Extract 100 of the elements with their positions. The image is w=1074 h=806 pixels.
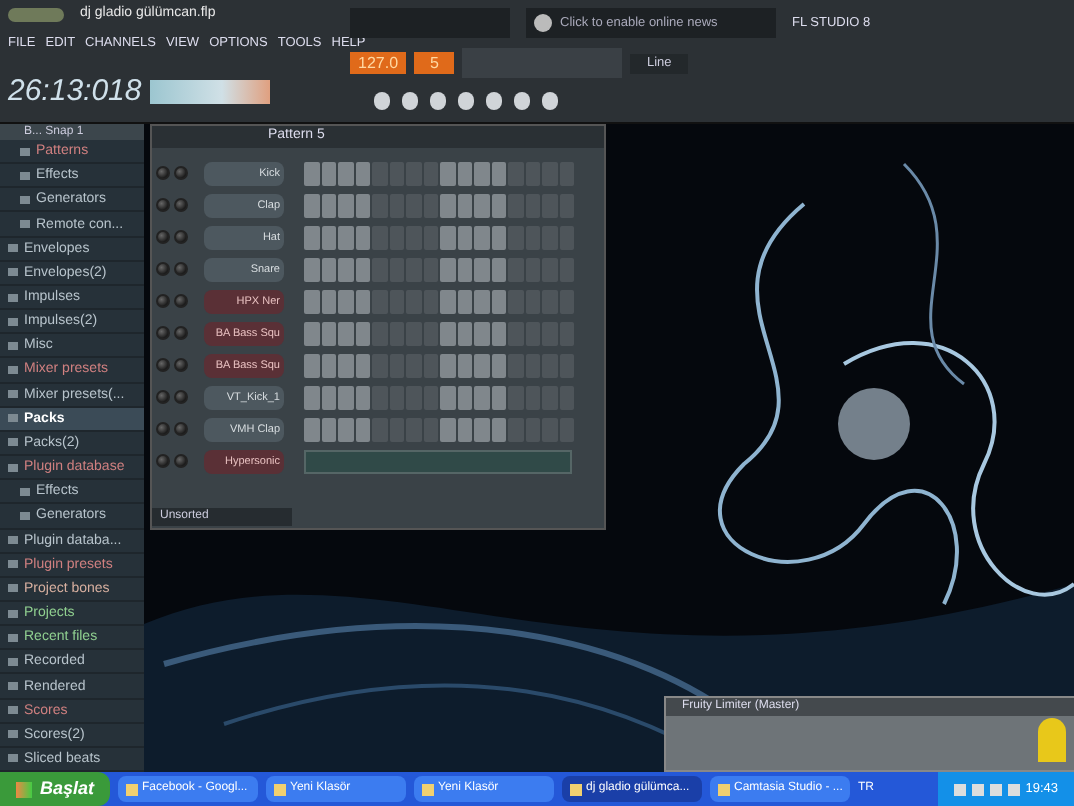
step-pad[interactable]	[372, 289, 387, 313]
step-pad[interactable]	[423, 353, 438, 377]
step-pad[interactable]	[440, 417, 455, 441]
step-pad[interactable]	[372, 225, 387, 249]
step-pad[interactable]	[372, 193, 387, 217]
step-pad[interactable]	[321, 225, 336, 249]
step-pad[interactable]	[508, 193, 523, 217]
step-pad[interactable]	[474, 193, 489, 217]
step-pad[interactable]	[491, 225, 506, 249]
step-pad[interactable]	[508, 289, 523, 313]
step-pad[interactable]	[304, 161, 319, 185]
step-pad[interactable]	[372, 161, 387, 185]
step-pad[interactable]	[508, 225, 523, 249]
piano-roll-preview[interactable]	[304, 449, 572, 473]
step-pad[interactable]	[508, 321, 523, 345]
step-pad[interactable]	[508, 353, 523, 377]
step-pad[interactable]	[423, 257, 438, 281]
step-pad[interactable]	[355, 225, 370, 249]
step-pad[interactable]	[304, 321, 319, 345]
step-pad[interactable]	[355, 385, 370, 409]
step-pad[interactable]	[457, 289, 472, 313]
step-pad[interactable]	[423, 289, 438, 313]
step-pad[interactable]	[474, 161, 489, 185]
step-pad[interactable]	[491, 257, 506, 281]
step-pad[interactable]	[423, 161, 438, 185]
step-pad[interactable]	[440, 257, 455, 281]
step-pad[interactable]	[440, 225, 455, 249]
step-pad[interactable]	[304, 353, 319, 377]
step-pad[interactable]	[338, 257, 353, 281]
step-pad[interactable]	[491, 289, 506, 313]
step-pad[interactable]	[457, 417, 472, 441]
step-pad[interactable]	[355, 289, 370, 313]
step-pad[interactable]	[423, 321, 438, 345]
step-pad[interactable]	[372, 321, 387, 345]
step-pad[interactable]	[338, 225, 353, 249]
step-pad[interactable]	[321, 289, 336, 313]
step-pad[interactable]	[474, 289, 489, 313]
step-pad[interactable]	[372, 353, 387, 377]
step-pad[interactable]	[338, 161, 353, 185]
step-pad[interactable]	[372, 385, 387, 409]
step-pad[interactable]	[338, 321, 353, 345]
step-pad[interactable]	[355, 321, 370, 345]
step-pad[interactable]	[457, 225, 472, 249]
step-pad[interactable]	[304, 225, 319, 249]
step-pad[interactable]	[355, 353, 370, 377]
step-pad[interactable]	[304, 193, 319, 217]
step-pad[interactable]	[304, 257, 319, 281]
step-pad[interactable]	[474, 225, 489, 249]
step-pad[interactable]	[423, 385, 438, 409]
step-pad[interactable]	[321, 417, 336, 441]
step-pad[interactable]	[440, 161, 455, 185]
step-pad[interactable]	[355, 161, 370, 185]
step-pad[interactable]	[338, 353, 353, 377]
step-pad[interactable]	[304, 417, 319, 441]
step-pad[interactable]	[338, 417, 353, 441]
step-pad[interactable]	[321, 193, 336, 217]
step-pad[interactable]	[491, 353, 506, 377]
step-pad[interactable]	[355, 257, 370, 281]
step-pad[interactable]	[457, 353, 472, 377]
step-pad[interactable]	[321, 385, 336, 409]
step-pad[interactable]	[491, 161, 506, 185]
step-pad[interactable]	[338, 193, 353, 217]
step-pad[interactable]	[372, 257, 387, 281]
step-pad[interactable]	[304, 385, 319, 409]
step-pad[interactable]	[457, 193, 472, 217]
step-pad[interactable]	[457, 161, 472, 185]
step-pad[interactable]	[321, 161, 336, 185]
step-pad[interactable]	[508, 385, 523, 409]
step-pad[interactable]	[338, 385, 353, 409]
step-pad[interactable]	[423, 193, 438, 217]
step-pad[interactable]	[457, 321, 472, 345]
step-pad[interactable]	[491, 193, 506, 217]
step-pad[interactable]	[508, 417, 523, 441]
step-pad[interactable]	[474, 417, 489, 441]
step-pad[interactable]	[457, 257, 472, 281]
step-pad[interactable]	[457, 385, 472, 409]
step-pad[interactable]	[355, 193, 370, 217]
step-pad[interactable]	[440, 193, 455, 217]
step-pad[interactable]	[338, 289, 353, 313]
step-pad[interactable]	[440, 321, 455, 345]
step-pad[interactable]	[423, 417, 438, 441]
step-pad[interactable]	[474, 353, 489, 377]
step-pad[interactable]	[491, 385, 506, 409]
step-pad[interactable]	[491, 417, 506, 441]
step-pad[interactable]	[440, 353, 455, 377]
step-pad[interactable]	[304, 289, 319, 313]
step-pad[interactable]	[321, 353, 336, 377]
step-pad[interactable]	[474, 321, 489, 345]
step-pad[interactable]	[508, 257, 523, 281]
step-pad[interactable]	[321, 321, 336, 345]
start-button[interactable]: Başlat	[0, 772, 111, 806]
step-pad[interactable]	[321, 257, 336, 281]
step-pad[interactable]	[355, 417, 370, 441]
step-pad[interactable]	[423, 225, 438, 249]
step-pad[interactable]	[474, 385, 489, 409]
step-pad[interactable]	[372, 417, 387, 441]
step-pad[interactable]	[440, 289, 455, 313]
step-pad[interactable]	[440, 385, 455, 409]
step-pad[interactable]	[508, 161, 523, 185]
step-pad[interactable]	[474, 257, 489, 281]
